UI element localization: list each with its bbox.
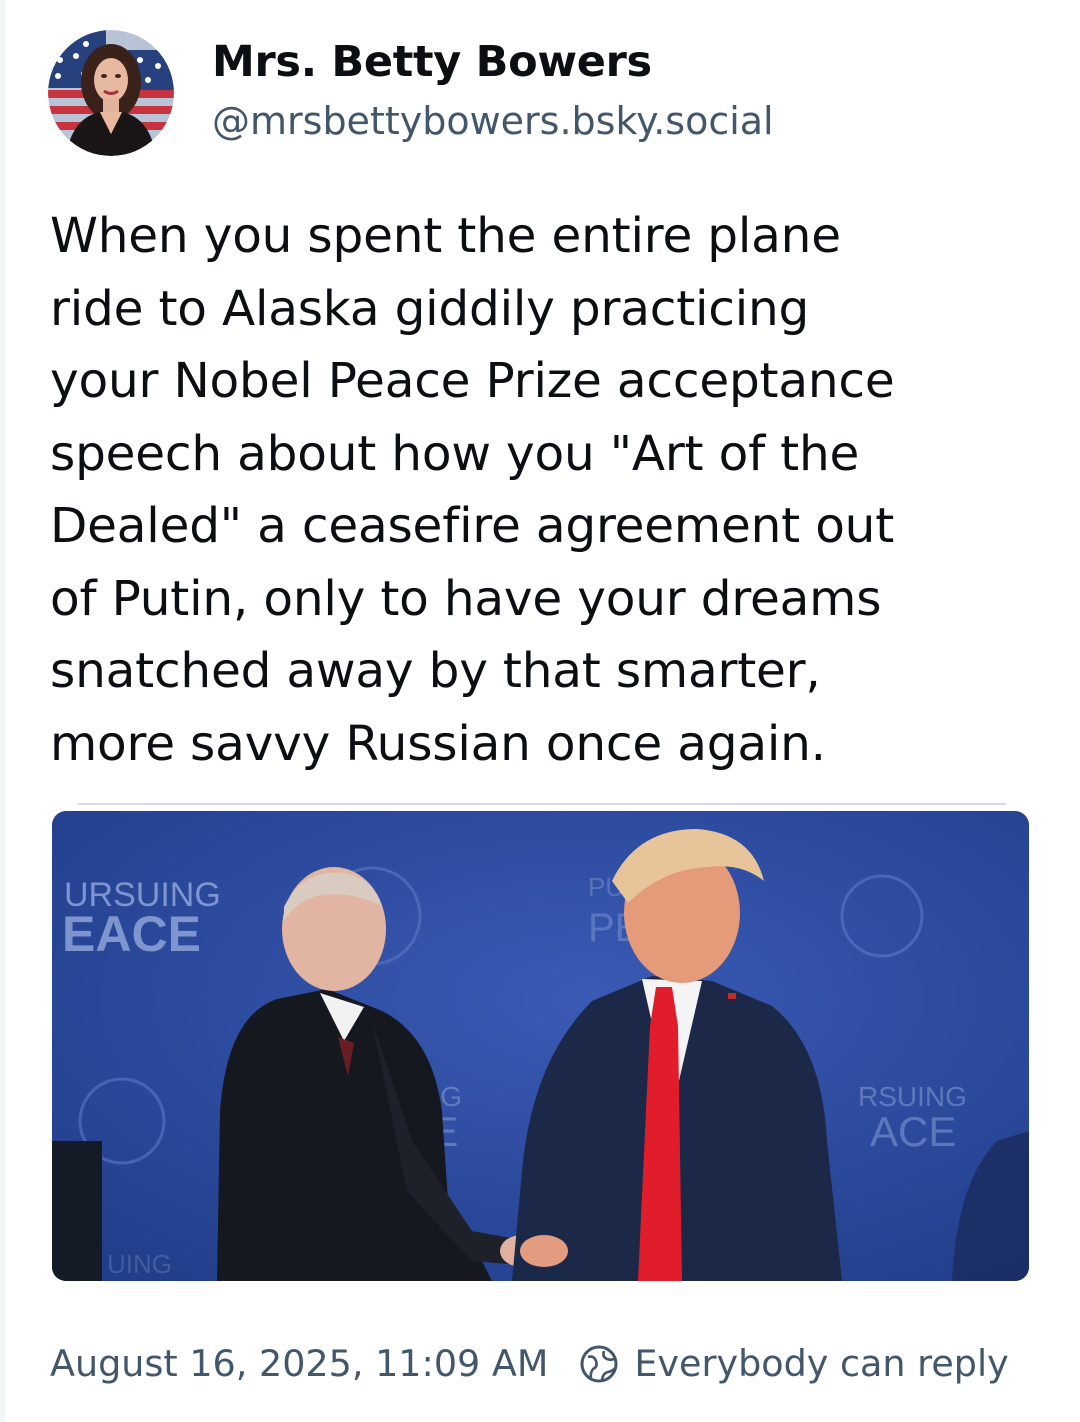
author-handle[interactable]: @mrsbettybowers.bsky.social (212, 94, 774, 148)
embed-divider (78, 803, 1006, 805)
globe-icon (578, 1343, 620, 1385)
avatar[interactable] (48, 30, 174, 156)
post-card: Mrs. Betty Bowers @mrsbettybowers.bsky.s… (0, 0, 1080, 1422)
backdrop-text-8: ACE (870, 1108, 956, 1155)
author-display-name[interactable]: Mrs. Betty Bowers (212, 34, 774, 90)
author-text: Mrs. Betty Bowers @mrsbettybowers.bsky.s… (212, 34, 774, 148)
post-author[interactable]: Mrs. Betty Bowers @mrsbettybowers.bsky.s… (48, 30, 774, 156)
post-photo: URSUING EACE PU PE UING CE RSUING ACE UI… (52, 811, 1029, 1281)
post-image[interactable]: URSUING EACE PU PE UING CE RSUING ACE UI… (52, 811, 1029, 1281)
post-meta: August 16, 2025, 11:09 AM Everybody can … (50, 1336, 1009, 1392)
backdrop-text-2: EACE (62, 906, 201, 962)
left-rail (0, 0, 5, 1422)
reply-setting[interactable]: Everybody can reply (578, 1336, 1009, 1392)
reply-setting-label: Everybody can reply (634, 1342, 1009, 1385)
post-text: When you spent the entire plane ride to … (50, 208, 895, 772)
backdrop-text-9: UING (107, 1249, 172, 1279)
avatar-image (48, 30, 174, 156)
post-timestamp[interactable]: August 16, 2025, 11:09 AM (50, 1336, 548, 1392)
